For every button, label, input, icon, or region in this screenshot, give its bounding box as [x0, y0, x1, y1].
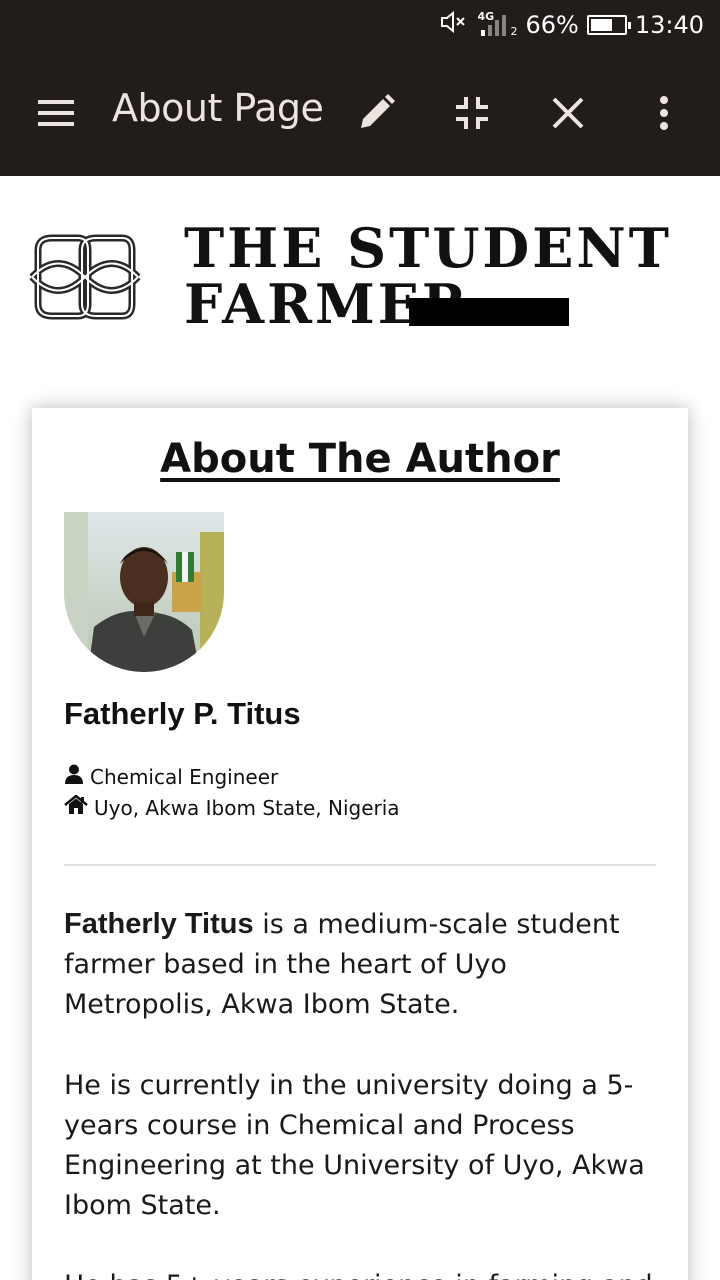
author-occupation: Chemical Engineer: [90, 764, 279, 789]
author-name: Fatherly P. Titus: [64, 696, 301, 731]
status-icons: 4G 2 66% 13:40: [439, 8, 704, 42]
menu-icon[interactable]: [26, 83, 86, 143]
battery-percent: 66%: [525, 11, 579, 39]
author-location: Uyo, Akwa Ibom State, Nigeria: [94, 795, 400, 820]
clock: 13:40: [634, 11, 704, 39]
user-icon: [64, 764, 84, 789]
app-bar: About Page: [0, 50, 720, 176]
page-title: About Page: [112, 86, 324, 130]
logo-bar: [409, 298, 569, 326]
author-location-row: Uyo, Akwa Ibom State, Nigeria: [64, 794, 400, 820]
pencil-icon[interactable]: [346, 83, 406, 143]
bio-paragraph-3: He has 5+ years experience in farming an…: [64, 1266, 656, 1280]
divider: [64, 864, 656, 866]
card-heading: About The Author: [32, 436, 688, 482]
battery-icon: [586, 15, 631, 35]
close-icon[interactable]: [538, 83, 598, 143]
author-card: About The Author Fatherly P. Titus Chemi…: [32, 408, 688, 1280]
author-occupation-row: Chemical Engineer: [64, 764, 278, 789]
sim-slot-label: 2: [510, 25, 518, 38]
signal-icon: 4G 2: [477, 10, 518, 38]
celtic-knot-icon: [28, 230, 142, 329]
home-icon: [64, 794, 88, 820]
more-vert-icon[interactable]: [634, 83, 694, 143]
bio-paragraph-2: He is currently in the university doing …: [64, 1070, 645, 1221]
collapse-icon[interactable]: [442, 83, 502, 143]
card-heading-text: About The Author: [160, 436, 560, 482]
bio-paragraph-1: Fatherly Titus is a medium-scale student…: [64, 904, 656, 1025]
status-bar: 4G 2 66% 13:40: [0, 0, 720, 50]
site-logo[interactable]: THE STUDENT FARMER: [28, 220, 669, 340]
bio-author-name: Fatherly Titus: [64, 908, 254, 940]
mute-icon: [439, 9, 469, 41]
avatar: [64, 512, 224, 672]
logo-line-1: THE STUDENT: [184, 216, 672, 280]
